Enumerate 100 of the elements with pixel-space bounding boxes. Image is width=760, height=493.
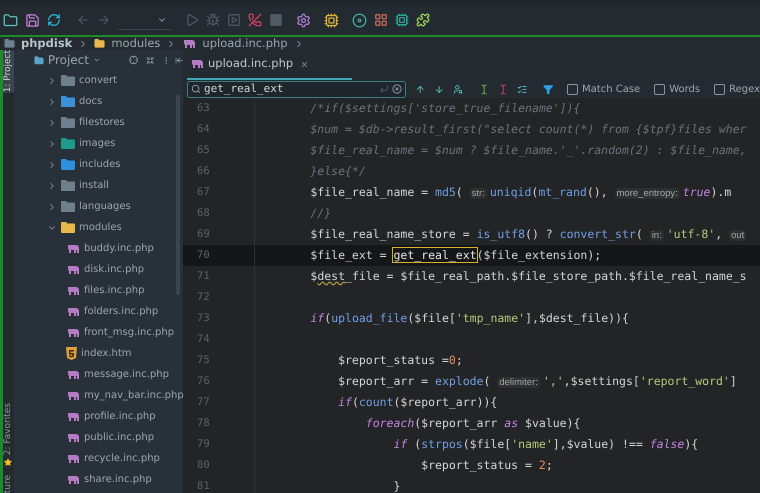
tree-item[interactable]: my_nav_bar.inc.php [14, 385, 183, 406]
save-icon[interactable] [25, 12, 40, 28]
tree-item[interactable]: install [14, 175, 183, 196]
line-number: 69 [197, 226, 210, 242]
option-checkbox[interactable]: Regex [714, 82, 760, 96]
elephant-icon [66, 264, 80, 274]
elephant-icon [66, 454, 80, 464]
option-checkbox[interactable]: Words [654, 82, 700, 96]
line-number: 81 [197, 478, 210, 493]
line-number: 74 [197, 332, 210, 347]
tree-item[interactable]: files.inc.php [14, 280, 183, 301]
breadcrumb-item[interactable]: modules [111, 34, 160, 52]
line-number: 77 [197, 394, 210, 410]
enter-icon [378, 84, 389, 94]
tool-window-tab[interactable]: 1: Project [3, 50, 14, 92]
tree-item[interactable]: profile.inc.php [14, 406, 183, 427]
code-line: $dest_file = $file_real_path.$file_store_path.$file_real_name_s [309, 268, 747, 285]
tree-item[interactable]: front_msg.inc.php [14, 322, 183, 343]
clear-icon[interactable] [392, 84, 402, 94]
code-line: if(upload_file($file['tmp_name'],$dest_file)){ [309, 310, 629, 327]
arrow-down-icon[interactable] [434, 84, 444, 94]
search-field[interactable]: get_real_ext [187, 80, 406, 98]
folder-icon [94, 38, 106, 49]
puzzle-icon[interactable] [416, 13, 430, 27]
tree-item[interactable]: docs [14, 91, 183, 112]
code-line: $file_ext = get_real_ext($file_extension); [309, 246, 602, 264]
code-line: /*if($settings['store_true_filename']){ [309, 100, 580, 117]
code-line: if(count($report_arr)){ [337, 394, 498, 411]
folder-icon [34, 54, 44, 66]
code-line: if (strpos($file['name'],$value) !== false){ [392, 436, 698, 453]
folder-icon [4, 38, 15, 49]
chip-icon[interactable] [324, 12, 339, 28]
tree-item[interactable]: languages [14, 196, 183, 217]
elephant-icon [66, 432, 80, 442]
grid-icon[interactable] [374, 13, 388, 27]
option-checkbox[interactable]: Match Case [567, 82, 640, 96]
tree-item[interactable]: disk.inc.php [14, 259, 183, 280]
folder-icon[interactable] [3, 12, 18, 28]
line-number: 71 [197, 268, 210, 284]
line-number: 66 [197, 164, 210, 179]
target-icon[interactable] [128, 54, 138, 66]
code-line: foreach($report_arr as $value){ [364, 414, 580, 432]
elephant-icon [66, 286, 80, 296]
line-number: 78 [197, 416, 210, 431]
code-line: }else{*/ [309, 162, 366, 180]
phone-icon[interactable] [248, 13, 262, 27]
tree-item[interactable]: index.htm [14, 343, 183, 364]
line-number: 70 [197, 248, 210, 263]
elephant-icon [66, 370, 80, 380]
elephant-icon [66, 328, 80, 338]
panel-title[interactable]: Project [48, 51, 89, 69]
line-number: 65 [197, 142, 210, 158]
code-line: $report_arr = explode( delimiter: ',',$settings['report_word'] [337, 372, 737, 390]
line-number: 68 [197, 206, 210, 221]
tool-window-tab[interactable]: 2: Favorites [3, 403, 14, 467]
line-number: 80 [197, 458, 210, 473]
tree-item[interactable]: modules [14, 217, 183, 238]
select-all-icon[interactable] [517, 84, 528, 94]
code-line: $report_status = 2; [420, 456, 553, 474]
tree-item[interactable]: includes [14, 154, 183, 175]
elephant-icon [66, 306, 80, 316]
tree-item[interactable]: buddy.inc.php [14, 238, 183, 259]
disc-icon[interactable] [352, 12, 367, 28]
refresh-icon[interactable] [47, 13, 61, 27]
tree-item[interactable]: share.inc.php [14, 469, 183, 490]
line-number: 75 [197, 352, 210, 368]
elephant-icon [66, 244, 80, 254]
gear-icon[interactable] [296, 12, 311, 28]
elephant-icon [66, 412, 80, 422]
tree-item[interactable]: public.inc.php [14, 427, 183, 448]
filter-icon[interactable] [542, 84, 554, 94]
line-number: 79 [197, 436, 210, 452]
elephant-icon [182, 38, 196, 48]
line-number: 63 [197, 100, 210, 116]
tree-item[interactable]: images [14, 133, 183, 154]
elephant-icon [66, 474, 80, 484]
tree-item[interactable]: folders.inc.php [14, 301, 183, 322]
line-number: 64 [197, 122, 210, 137]
arrow-up-icon[interactable] [414, 84, 425, 94]
line-number: 73 [197, 310, 210, 326]
code-line: $num = $db->result_first("select count(*) from {$tpf}files wher [309, 120, 747, 138]
tree-item[interactable]: filestores [14, 112, 183, 133]
tool-window-tab[interactable]: ture [3, 474, 14, 493]
tree-item[interactable]: convert [14, 70, 183, 91]
close-icon[interactable] [300, 60, 310, 68]
html-file-icon [66, 347, 77, 360]
elephant-icon [66, 390, 80, 400]
line-number: 72 [197, 290, 210, 305]
breadcrumb-item[interactable]: upload.inc.php [202, 34, 288, 52]
code-line: $report_status =0; [337, 352, 463, 369]
device-icon[interactable] [395, 13, 409, 27]
code-line: } [392, 478, 400, 493]
line-number: 67 [197, 184, 210, 200]
code-line: $file_real_name = $num ? $file_name.'_'.random(2) : $file_name, [309, 142, 747, 159]
star-icon [4, 458, 12, 467]
tree-item[interactable]: message.inc.php [14, 364, 183, 385]
code-line: //} [309, 204, 332, 222]
collapse-icon[interactable] [146, 54, 154, 66]
breadcrumb-item[interactable]: phpdisk [21, 34, 72, 52]
tree-item[interactable]: recycle.inc.php [14, 448, 183, 469]
